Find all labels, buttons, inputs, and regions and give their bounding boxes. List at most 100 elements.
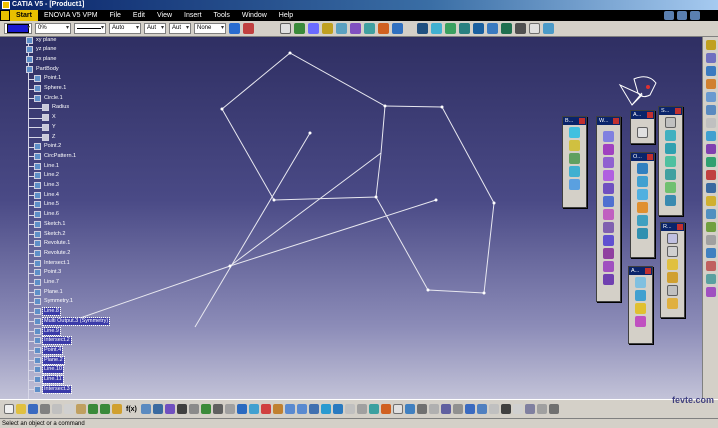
rotate-tool-icon[interactable] bbox=[272, 404, 283, 414]
pan-tool-icon[interactable] bbox=[260, 404, 271, 414]
vertex-point[interactable] bbox=[308, 131, 312, 135]
hide-show-icon[interactable] bbox=[705, 157, 716, 167]
zoom-in-tool-icon[interactable] bbox=[284, 404, 295, 414]
translate-icon[interactable] bbox=[637, 163, 648, 174]
join-icon[interactable] bbox=[473, 23, 484, 34]
split-tool-icon[interactable] bbox=[452, 404, 463, 414]
vertex-point[interactable] bbox=[383, 104, 387, 108]
formula-tool-icon[interactable] bbox=[705, 274, 716, 284]
sketch-icon[interactable] bbox=[280, 23, 291, 34]
palette-header[interactable]: R... bbox=[661, 223, 684, 231]
whats-this-icon[interactable] bbox=[112, 404, 122, 414]
palette-header[interactable]: W... bbox=[597, 117, 620, 125]
menu-edit[interactable]: Edit bbox=[127, 10, 151, 21]
close-icon[interactable] bbox=[675, 108, 681, 114]
vertex-point[interactable] bbox=[434, 198, 438, 202]
projection-tool-icon[interactable] bbox=[603, 222, 614, 233]
fly-mode-icon[interactable] bbox=[236, 404, 247, 414]
sphere-surface-icon[interactable] bbox=[665, 143, 676, 154]
planes-icon[interactable] bbox=[512, 404, 523, 414]
swap-space-icon[interactable] bbox=[705, 170, 716, 180]
repetition-icon[interactable] bbox=[667, 246, 678, 257]
tree-node[interactable]: yz plane bbox=[26, 46, 58, 54]
constraint-icon[interactable] bbox=[428, 404, 439, 414]
line-c[interactable] bbox=[229, 199, 437, 267]
tree-node[interactable]: Line.11 bbox=[34, 375, 64, 384]
tree-node[interactable]: Line.6 bbox=[34, 211, 60, 219]
new-icon[interactable] bbox=[4, 404, 14, 414]
undo-icon[interactable] bbox=[88, 404, 98, 414]
palette-header[interactable]: S... bbox=[659, 107, 682, 115]
zoom-in-icon[interactable] bbox=[705, 92, 716, 102]
fill-icon[interactable] bbox=[459, 23, 470, 34]
knowledge-icon[interactable] bbox=[543, 23, 554, 34]
measure-icon[interactable] bbox=[515, 23, 526, 34]
boundary-icon[interactable] bbox=[569, 127, 580, 138]
scaling-icon[interactable] bbox=[637, 202, 648, 213]
menu-start[interactable]: Start bbox=[10, 10, 38, 21]
render-icon[interactable] bbox=[705, 183, 716, 193]
measure-item-icon[interactable] bbox=[705, 235, 716, 245]
menu-tools[interactable]: Tools bbox=[208, 10, 236, 21]
sweep-surface-icon[interactable] bbox=[665, 182, 676, 193]
line-thickness-combo[interactable]: Auto bbox=[109, 23, 141, 34]
palette-a2[interactable]: A... bbox=[628, 266, 653, 344]
tree-node[interactable]: Point.1 bbox=[34, 75, 62, 83]
swap-visible-icon[interactable] bbox=[356, 404, 367, 414]
reflect-line-icon[interactable] bbox=[603, 235, 614, 246]
lighting-icon[interactable] bbox=[705, 209, 716, 219]
tree-node[interactable]: X bbox=[42, 114, 57, 122]
analysis-icon[interactable] bbox=[529, 23, 540, 34]
line-b[interactable] bbox=[229, 152, 382, 267]
vertex-point[interactable] bbox=[228, 264, 232, 268]
tree-node[interactable]: xy plane bbox=[26, 37, 58, 44]
surfaces-icon[interactable] bbox=[536, 404, 547, 414]
rotate-icon[interactable] bbox=[637, 176, 648, 187]
line-type-combo[interactable] bbox=[74, 23, 106, 34]
tree-node[interactable]: zx plane bbox=[26, 55, 58, 63]
parallel-curve-icon[interactable] bbox=[603, 261, 614, 272]
trim-icon[interactable] bbox=[464, 404, 475, 414]
tree-node[interactable]: Sphere.1 bbox=[34, 85, 67, 93]
extrude-icon[interactable] bbox=[378, 23, 389, 34]
close-icon[interactable] bbox=[647, 112, 653, 118]
grid-icon[interactable] bbox=[188, 404, 199, 414]
menu-view[interactable]: View bbox=[151, 10, 178, 21]
shading-icon[interactable] bbox=[705, 144, 716, 154]
palette-s[interactable]: S... bbox=[658, 106, 683, 216]
open-icon[interactable] bbox=[16, 404, 26, 414]
tree-node[interactable]: PartBody bbox=[26, 65, 60, 73]
palette-o[interactable]: O... bbox=[630, 152, 655, 258]
menu-enovia[interactable]: ENOVIA V5 VPM bbox=[38, 10, 104, 21]
fill-surface-icon[interactable] bbox=[665, 195, 676, 206]
powercopy-icon[interactable] bbox=[667, 285, 678, 296]
surface-icon[interactable] bbox=[501, 23, 512, 34]
edge-fillet-icon[interactable] bbox=[569, 179, 580, 190]
vertex-point[interactable] bbox=[440, 105, 444, 109]
offset-3d-icon[interactable] bbox=[603, 274, 614, 285]
minimize-icon[interactable] bbox=[664, 11, 674, 20]
multiple-extract-icon[interactable] bbox=[569, 153, 580, 164]
join-tool-icon[interactable] bbox=[440, 404, 451, 414]
planes-between-icon[interactable] bbox=[667, 259, 678, 270]
axis-to-axis-icon[interactable] bbox=[637, 228, 648, 239]
close-icon[interactable] bbox=[613, 118, 619, 124]
user-feature-icon[interactable] bbox=[667, 298, 678, 309]
revolve-icon[interactable] bbox=[392, 23, 403, 34]
tree-node[interactable]: Intersect.3 bbox=[34, 384, 72, 394]
tree-node[interactable]: Line.5 bbox=[34, 201, 60, 209]
curvature-analysis-icon[interactable] bbox=[635, 316, 646, 327]
painter-icon[interactable] bbox=[229, 23, 240, 34]
parameter-tool-icon[interactable] bbox=[705, 261, 716, 271]
iso-view-icon[interactable] bbox=[705, 131, 716, 141]
tree-node[interactable]: Intersect.1 bbox=[34, 259, 71, 267]
fillet-icon[interactable] bbox=[569, 166, 580, 177]
quick-view-icon[interactable] bbox=[320, 404, 331, 414]
close-icon[interactable] bbox=[677, 224, 683, 230]
close-icon[interactable] bbox=[645, 268, 651, 274]
affinity-icon[interactable] bbox=[637, 215, 648, 226]
menu-window[interactable]: Window bbox=[236, 10, 273, 21]
tree-node[interactable]: Multi Output.3 (Symmetry) bbox=[34, 316, 111, 326]
update-icon[interactable] bbox=[164, 404, 175, 414]
tree-node[interactable]: Point.4 bbox=[34, 345, 64, 355]
